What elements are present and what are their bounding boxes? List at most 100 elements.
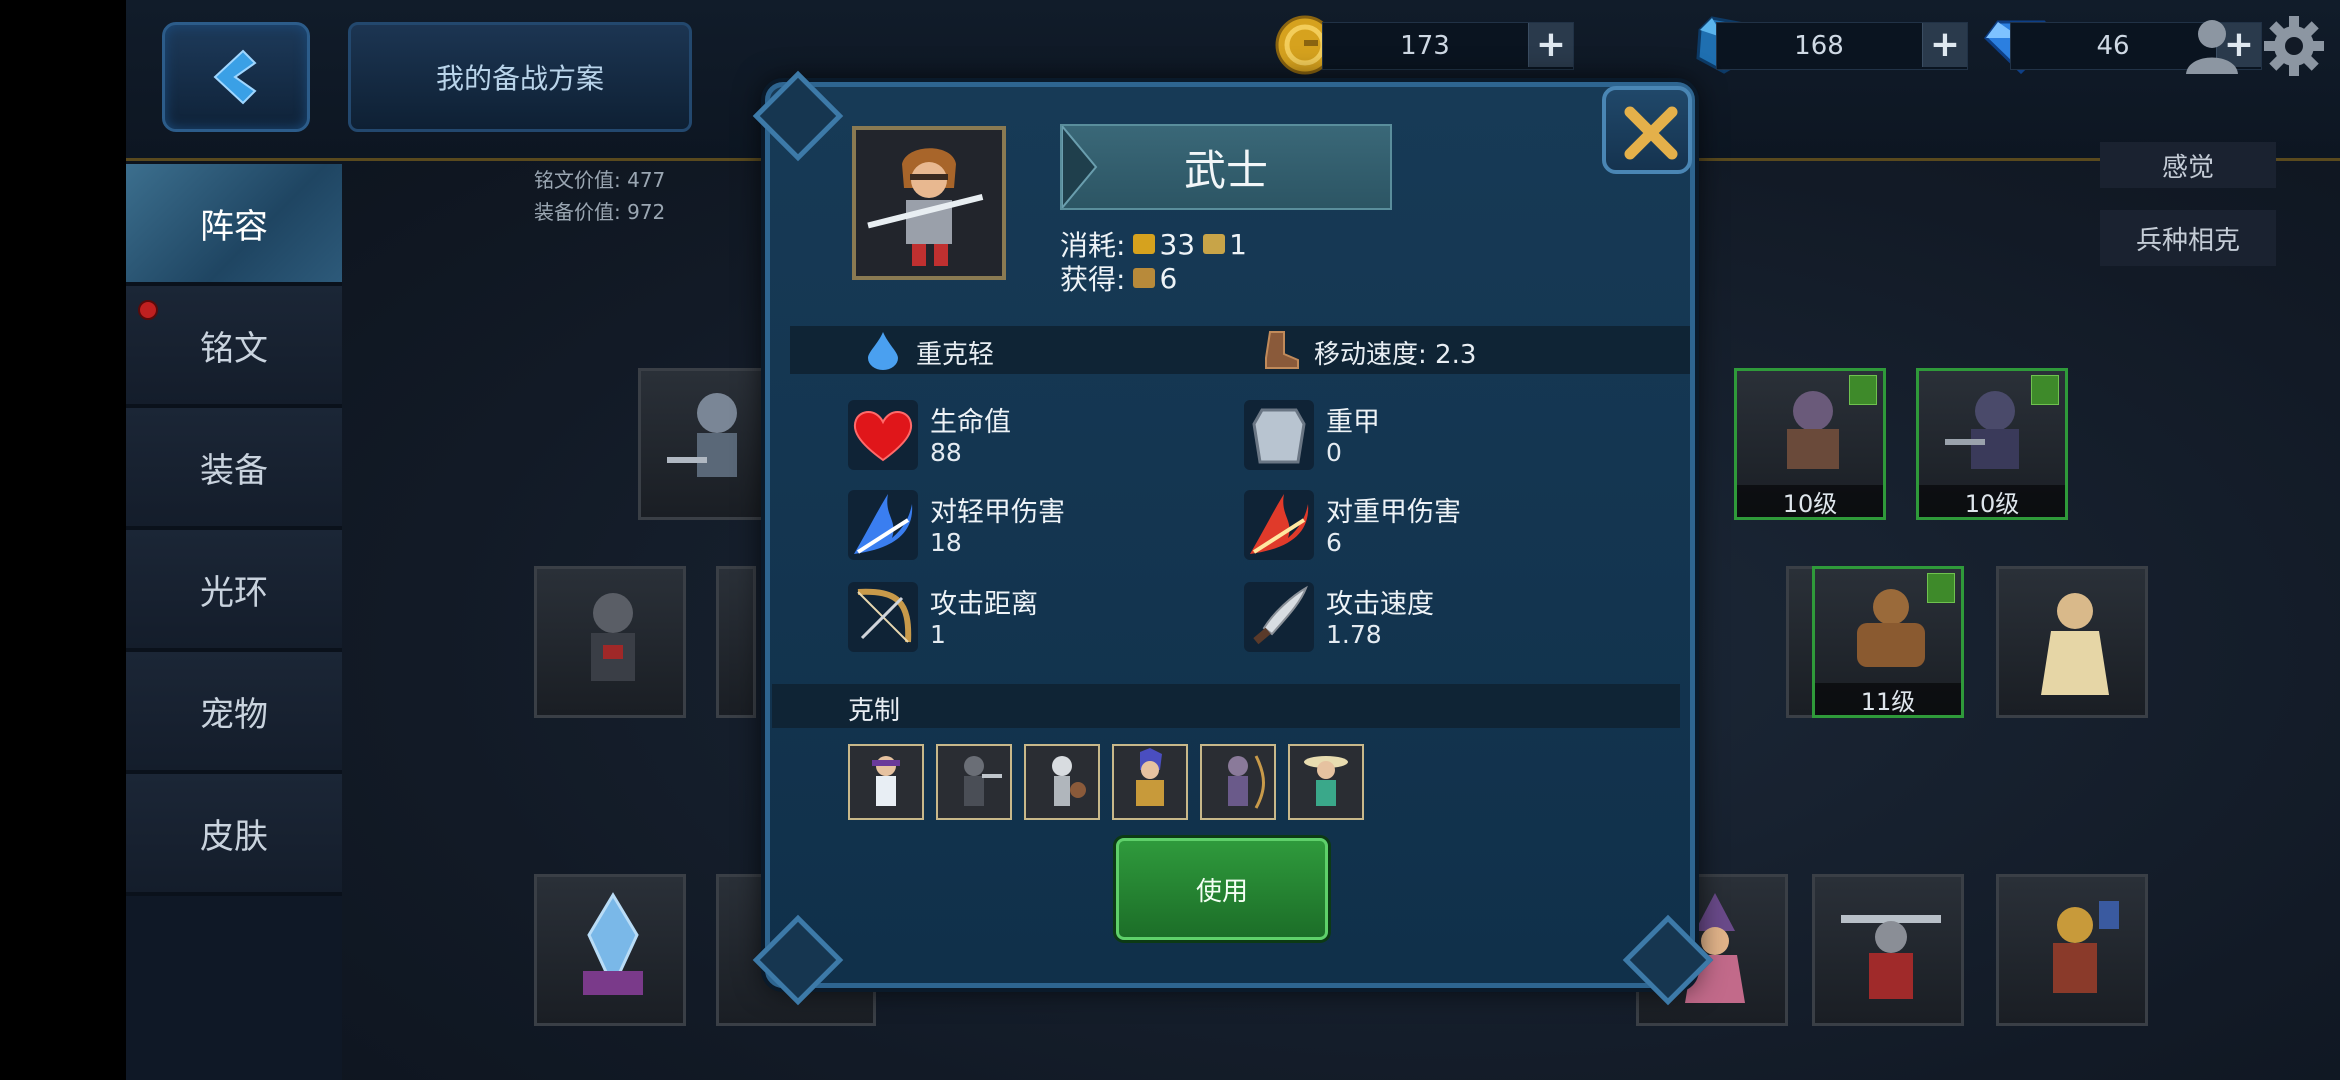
- sidebar-item-inscription[interactable]: 铭文: [126, 286, 342, 408]
- bow-icon: [857, 588, 912, 643]
- counter-relation-button[interactable]: 兵种相克: [2100, 210, 2276, 266]
- attack-range-stat-icon: [848, 582, 918, 652]
- gain-label: 获得:: [1060, 263, 1126, 296]
- back-button[interactable]: [162, 22, 310, 132]
- banner-arrow-icon: [1062, 126, 1098, 208]
- reward-mini-icon: [1133, 268, 1156, 288]
- priest-figure-icon: [2041, 593, 2109, 695]
- countered-unit-2[interactable]: [936, 744, 1012, 820]
- crystal-totem-icon: [583, 892, 643, 995]
- add-crystal-button[interactable]: +: [1922, 23, 1967, 67]
- back-arrow-icon: [213, 49, 257, 105]
- sidebar-item-equipment[interactable]: 装备: [126, 408, 342, 530]
- trait-text: 重克轻: [916, 340, 995, 370]
- samurai-portrait-icon: [856, 130, 1002, 276]
- water-drop-icon: [868, 332, 898, 370]
- sidebar-item-aura[interactable]: 光环: [126, 530, 342, 652]
- sidebar: 阵容 铭文 装备 光环 宠物 皮肤: [126, 164, 342, 1080]
- countered-unit-3[interactable]: [1024, 744, 1100, 820]
- boot-icon: [1265, 331, 1299, 369]
- cost-gold: 33: [1159, 227, 1196, 261]
- heart-icon: [853, 411, 913, 462]
- crystal-counter: 168 +: [1716, 22, 1968, 70]
- spiky-hair-figure-icon: [1136, 748, 1164, 806]
- attack-speed-stat-icon: [1244, 582, 1314, 652]
- unit-level: 10级: [1919, 485, 2065, 517]
- heavy-damage-label: 对重甲伤害: [1326, 497, 1461, 528]
- unit-card[interactable]: [716, 566, 756, 718]
- profile-icon[interactable]: [2182, 14, 2242, 76]
- unit-name: 武士: [1183, 145, 1268, 195]
- unit-card[interactable]: [534, 874, 686, 1026]
- inscription-value: 铭文价值: 477: [534, 168, 666, 192]
- dagger-icon: [1253, 585, 1308, 645]
- unit-card[interactable]: [1812, 874, 1964, 1026]
- close-button[interactable]: [1602, 86, 1692, 174]
- golem-figure-icon: [1857, 589, 1925, 667]
- add-gold-button[interactable]: +: [1528, 23, 1573, 67]
- health-stat-icon: [848, 400, 918, 470]
- gain-value: 6: [1159, 261, 1178, 295]
- swordsman-figure-icon: [1841, 915, 1941, 999]
- unit-name-banner: 武士: [1060, 124, 1392, 210]
- unit-card[interactable]: [534, 566, 686, 718]
- heavy-damage-stat-icon: [1244, 490, 1314, 560]
- sidebar-item-pet[interactable]: 宠物: [126, 652, 342, 774]
- light-damage-label: 对轻甲伤害: [930, 497, 1065, 528]
- unit-portrait: [852, 126, 1006, 280]
- counter-band: [772, 684, 1680, 728]
- orc-figure-icon: [1787, 391, 1839, 469]
- health-value: 88: [930, 438, 962, 467]
- countered-unit-1[interactable]: [848, 744, 924, 820]
- use-button[interactable]: 使用: [1116, 838, 1328, 940]
- counter-title: 克制: [848, 696, 901, 726]
- heavy-armor-value: 0: [1326, 438, 1342, 467]
- unit-card[interactable]: [1996, 874, 2148, 1026]
- light-damage-stat-icon: [848, 490, 918, 560]
- heavy-armor-label: 重甲: [1326, 407, 1380, 438]
- dark-knight-figure-icon: [591, 593, 635, 681]
- gold-amount: 173: [1400, 31, 1450, 61]
- dancer-figure-icon: [872, 756, 900, 806]
- gold-counter: 173 +: [1322, 22, 1574, 70]
- unit-card[interactable]: 10级: [1916, 368, 2068, 520]
- straw-hat-figure-icon: [1304, 756, 1348, 806]
- close-icon: [1624, 106, 1678, 160]
- general-figure-icon: [2053, 901, 2119, 993]
- countered-unit-5[interactable]: [1200, 744, 1276, 820]
- red-slash-icon: [1250, 494, 1309, 554]
- top-partial-button[interactable]: 感觉: [2100, 142, 2276, 188]
- skeleton-figure-icon: [1052, 756, 1086, 806]
- unit-level: 10级: [1737, 485, 1883, 517]
- light-damage-value: 18: [930, 528, 962, 557]
- battle-plan-button[interactable]: 我的备战方案: [348, 22, 692, 132]
- unit-card[interactable]: 11级: [1812, 566, 1964, 718]
- move-speed: 移动速度: 2.3: [1314, 340, 1477, 370]
- settings-gear-icon[interactable]: [2262, 14, 2326, 78]
- countered-unit-4[interactable]: [1112, 744, 1188, 820]
- armor-icon: [1252, 408, 1306, 464]
- unit-level: 11级: [1815, 683, 1961, 715]
- health-label: 生命值: [930, 407, 1011, 438]
- countered-unit-6[interactable]: [1288, 744, 1364, 820]
- heavy-damage-value: 6: [1326, 528, 1342, 557]
- archer-figure-icon: [1228, 755, 1265, 809]
- sidebar-item-lineup[interactable]: 阵容: [126, 164, 342, 286]
- crystal-amount: 168: [1794, 31, 1844, 61]
- armored-knight-figure-icon: [1945, 391, 2019, 469]
- ninja-figure-icon: [964, 756, 1002, 806]
- gain-line: 获得: 6: [1060, 258, 1177, 298]
- unit-card[interactable]: 10级: [1734, 368, 1886, 520]
- attack-range-label: 攻击距离: [930, 589, 1038, 620]
- gold-mini-icon: [1133, 234, 1156, 254]
- equipment-value: 装备价值: 972: [534, 200, 666, 224]
- cost-population: 1: [1229, 227, 1247, 261]
- population-mini-icon: [1203, 234, 1226, 254]
- attack-speed-label: 攻击速度: [1326, 589, 1434, 620]
- unit-card[interactable]: [1996, 566, 2148, 718]
- attack-range-value: 1: [930, 620, 946, 649]
- sidebar-item-skin[interactable]: 皮肤: [126, 774, 342, 896]
- blue-slash-icon: [854, 494, 913, 554]
- attack-speed-value: 1.78: [1326, 620, 1382, 649]
- heavy-armor-stat-icon: [1244, 400, 1314, 470]
